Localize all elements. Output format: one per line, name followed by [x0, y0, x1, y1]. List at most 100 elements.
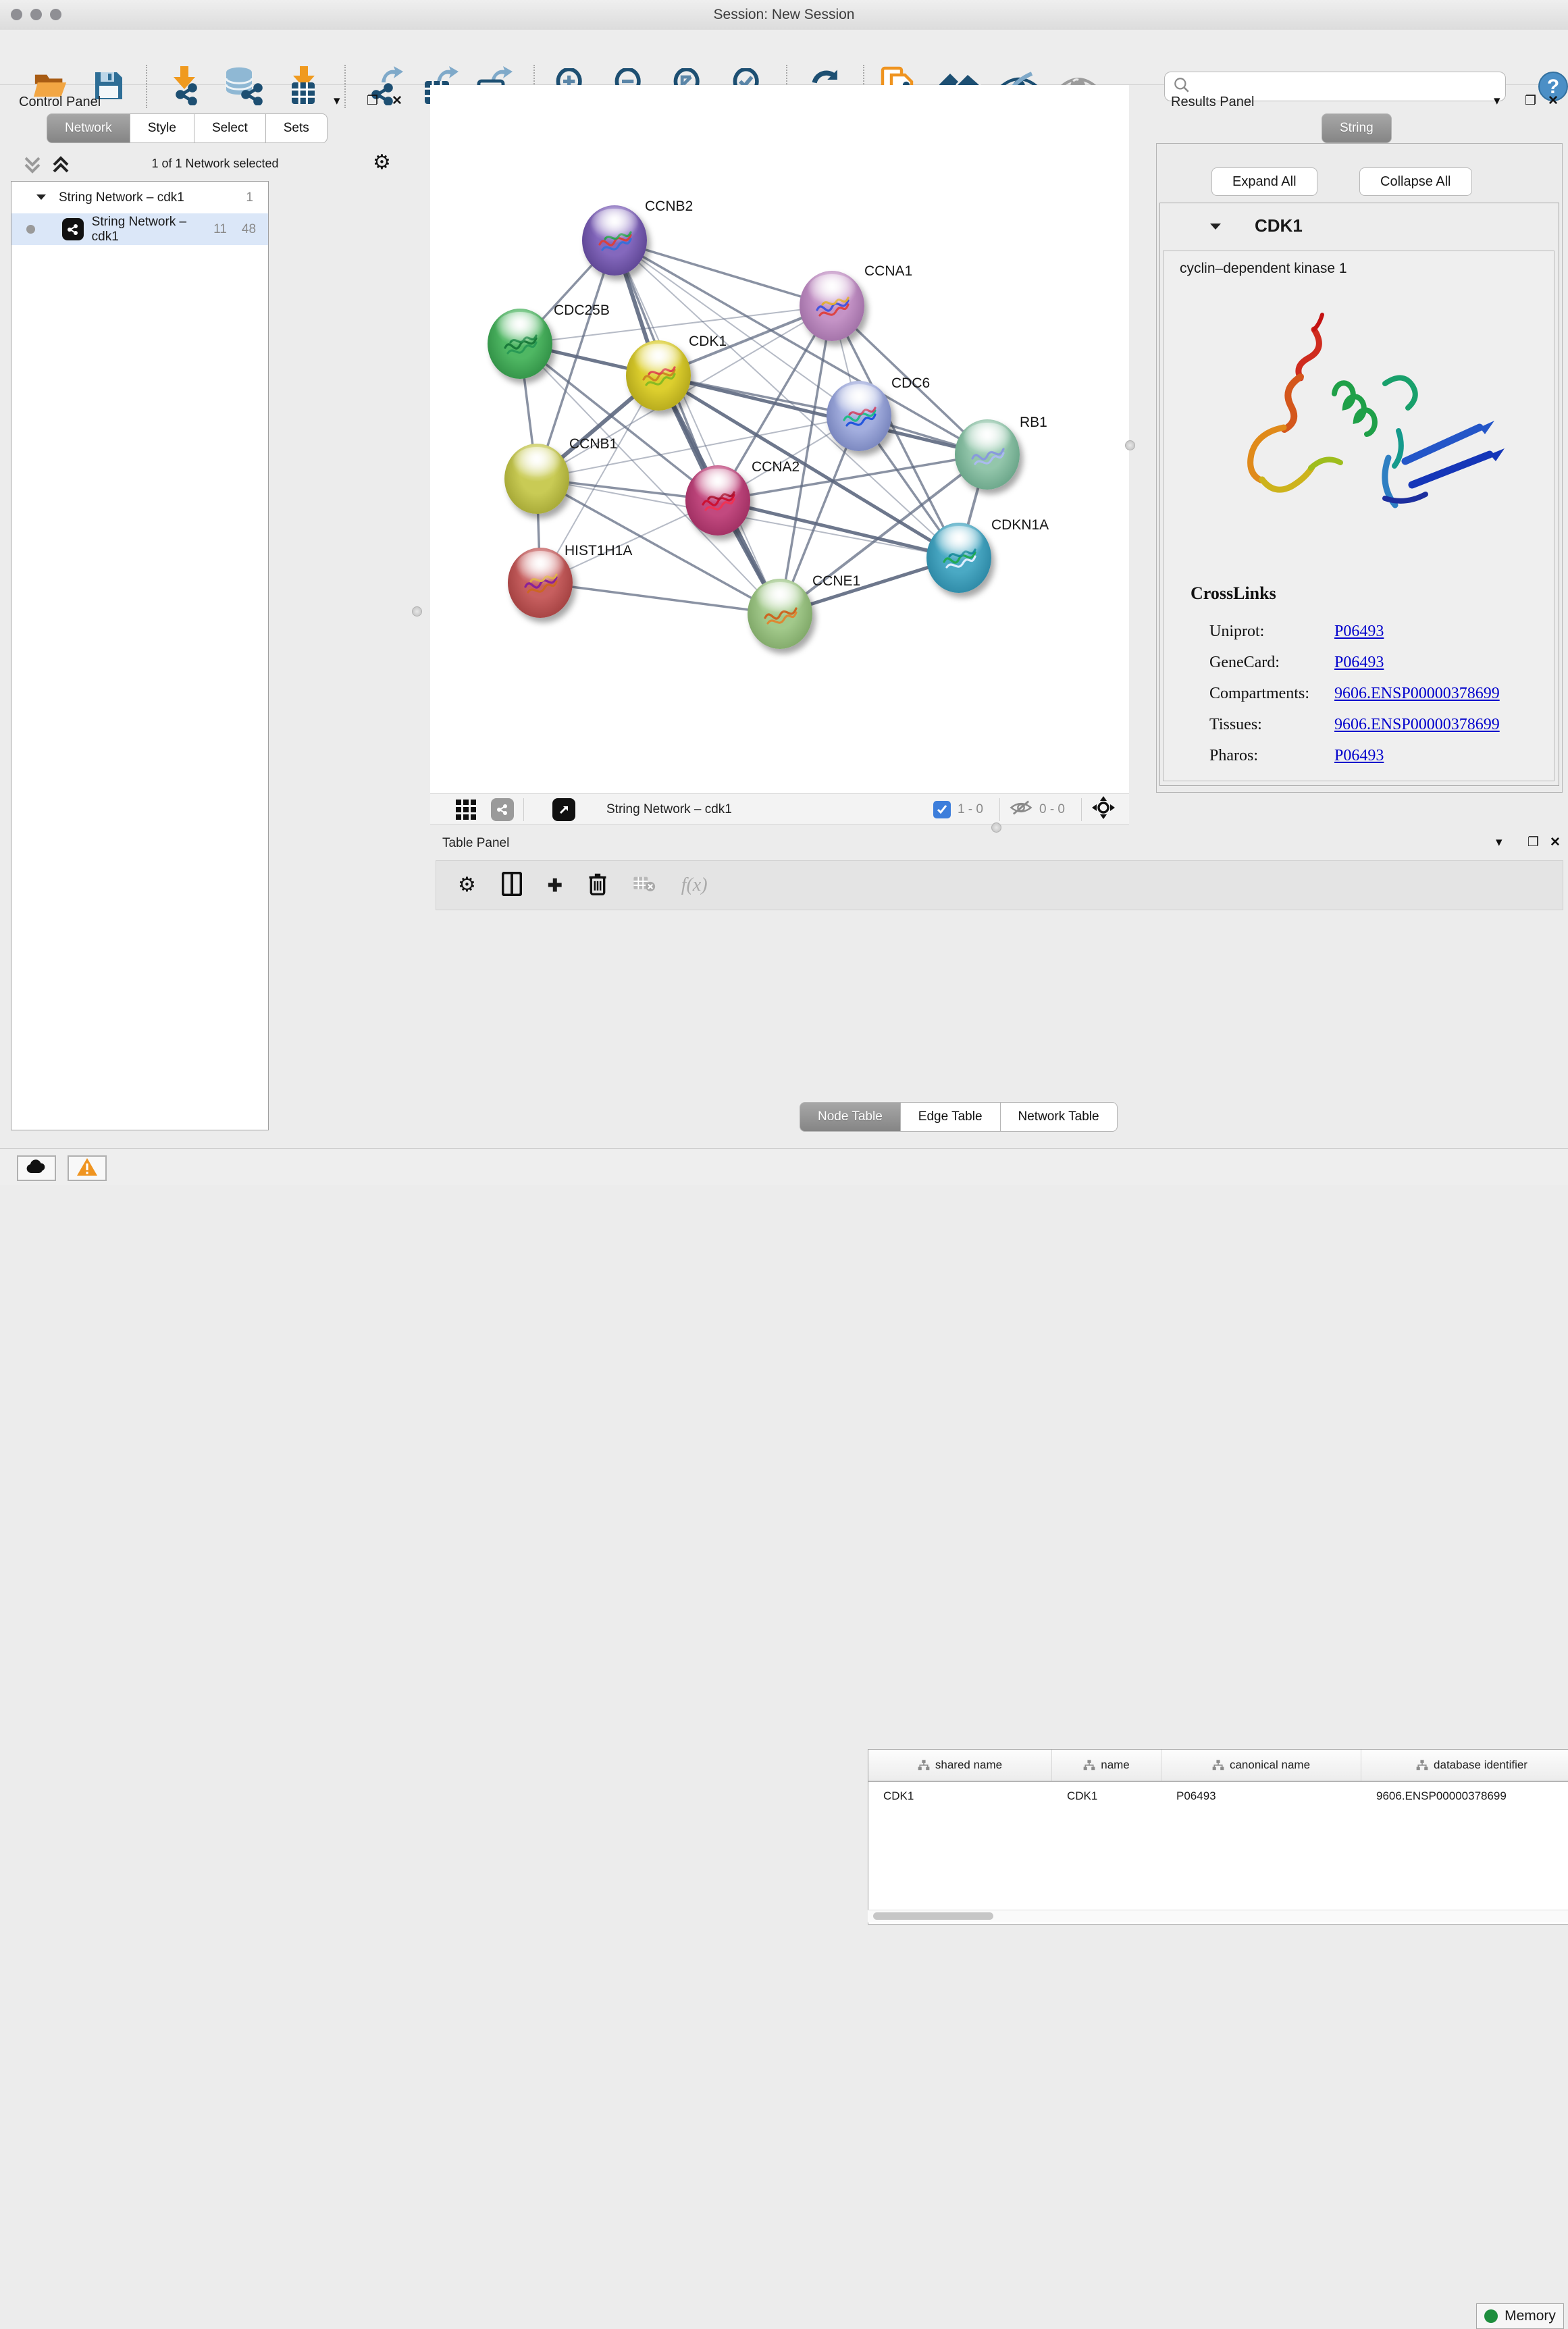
column-header-shared-name[interactable]: shared name — [868, 1750, 1052, 1781]
network-node-ccnb2[interactable] — [582, 205, 647, 276]
open-view-button[interactable] — [552, 798, 575, 821]
control-panel-menu-caret[interactable]: ▾ — [334, 93, 340, 109]
toolbar-separator — [999, 798, 1000, 821]
current-network-name: String Network – cdk1 — [606, 802, 732, 817]
network-node-cdc6[interactable] — [827, 381, 891, 451]
network-node-hist1h1a[interactable] — [508, 548, 573, 618]
crosslink-link[interactable]: P06493 — [1334, 747, 1384, 765]
status-bar: Memory — [0, 1148, 1568, 1185]
tab-edge-table[interactable]: Edge Table — [900, 1102, 1001, 1132]
entry-gene-name: CDK1 — [1255, 215, 1303, 236]
horizontal-splitter-handle[interactable] — [991, 822, 1001, 833]
collection-label: String Network – cdk1 — [59, 190, 184, 205]
network-collection-row[interactable]: String Network – cdk1 1 — [11, 182, 268, 213]
network-share-badge-icon[interactable] — [491, 798, 514, 821]
table-panel-menu-caret[interactable]: ▾ — [1496, 835, 1502, 850]
tab-sets[interactable]: Sets — [265, 113, 328, 143]
show-columns-icon[interactable] — [502, 872, 522, 899]
delete-column-trash-icon[interactable] — [588, 872, 607, 899]
horizontal-scrollbar[interactable] — [868, 1910, 1568, 1922]
vertical-splitter-handle[interactable] — [412, 606, 422, 617]
control-panel-close-button[interactable]: ✕ — [392, 93, 402, 109]
collection-count: 1 — [246, 190, 253, 205]
crosslink-link[interactable]: 9606.ENSP00000378699 — [1334, 685, 1500, 703]
network-node-cdk1[interactable] — [626, 340, 691, 411]
expand-all-button[interactable]: Expand All — [1211, 167, 1317, 196]
tab-string[interactable]: String — [1322, 113, 1392, 143]
memory-button[interactable]: Memory — [1476, 2303, 1564, 2329]
node-gloss — [513, 447, 560, 477]
network-node-cdkn1a[interactable] — [926, 523, 991, 593]
node-label-ccnb2: CCNB2 — [645, 199, 693, 215]
column-header-name[interactable]: name — [1052, 1750, 1161, 1781]
network-row[interactable]: String Network – cdk1 11 48 — [11, 213, 268, 245]
birds-eye-grid-button[interactable] — [456, 800, 476, 820]
scrollbar-thumb[interactable] — [873, 1912, 993, 1920]
create-column-icon[interactable]: ✚ — [548, 876, 563, 894]
network-node-count: 11 — [213, 222, 227, 237]
entry-body: cyclin–dependent kinase 1 CrossLinks — [1163, 251, 1554, 781]
warnings-button[interactable] — [68, 1155, 107, 1181]
results-panel-float-button[interactable]: ❐ — [1525, 93, 1536, 109]
crosslink-link[interactable]: P06493 — [1334, 654, 1384, 672]
results-panel-menu-caret[interactable]: ▾ — [1494, 93, 1500, 109]
node-gloss — [935, 526, 982, 556]
node-label-ccna1: CCNA1 — [864, 263, 912, 280]
node-label-cdc6: CDC6 — [891, 375, 930, 392]
collapse-all-button[interactable]: Collapse All — [1359, 167, 1472, 196]
control-panel: Control Panel ▾ ❐ ✕ NetworkStyleSelectSe… — [0, 85, 430, 1148]
table-panel-close-button[interactable]: ✕ — [1550, 835, 1561, 850]
hidden-eye-icon[interactable] — [1010, 799, 1033, 820]
selected-checkbox-icon[interactable] — [933, 801, 951, 818]
network-edge[interactable] — [658, 375, 987, 454]
network-type-icon — [62, 218, 84, 240]
node-gloss — [964, 423, 1010, 452]
network-edges — [430, 85, 1129, 793]
table-options-gear-icon[interactable]: ⚙ — [458, 875, 476, 895]
table-cell[interactable]: CDK1 — [868, 1789, 1052, 1803]
tab-style[interactable]: Style — [130, 113, 194, 143]
table-tabs: Node TableEdge TableNetwork Table — [800, 1102, 1118, 1132]
network-edge[interactable] — [615, 240, 780, 614]
crosslink-label: Tissues: — [1209, 716, 1334, 734]
column-header-canonical-name[interactable]: canonical name — [1161, 1750, 1361, 1781]
pan-crosshair-icon[interactable] — [1091, 795, 1116, 823]
results-panel-close-button[interactable]: ✕ — [1548, 93, 1559, 109]
toolbar-separator — [523, 798, 524, 821]
tree-expand-caret[interactable] — [36, 190, 47, 205]
table-cell[interactable]: CDK1 — [1052, 1789, 1161, 1803]
tab-select[interactable]: Select — [194, 113, 266, 143]
control-panel-float-button[interactable]: ❐ — [367, 93, 378, 109]
network-node-ccna1[interactable] — [800, 271, 864, 341]
delete-table-icon[interactable] — [633, 875, 656, 896]
column-header-database-identifier[interactable]: database identifier — [1361, 1750, 1568, 1781]
table-cell[interactable]: P06493 — [1161, 1789, 1361, 1803]
network-edge[interactable] — [540, 583, 780, 614]
table-cell[interactable]: 9606.ENSP00000378699 — [1361, 1789, 1568, 1803]
network-tree: String Network – cdk1 1 String Network –… — [11, 181, 269, 1130]
tab-network-table[interactable]: Network Table — [1000, 1102, 1118, 1132]
entry-expand-caret[interactable] — [1209, 222, 1222, 234]
network-node-cdc25b[interactable] — [488, 309, 552, 379]
network-options-gear-icon[interactable]: ⚙ — [373, 153, 391, 173]
function-builder-icon[interactable]: f(x) — [681, 874, 708, 896]
table-row[interactable]: CDK1CDK1P064939606.ENSP00000378699cyclin… — [868, 1782, 1568, 1810]
crosslinks-list: Uniprot:P06493GeneCard:P06493Compartment… — [1209, 616, 1547, 771]
table-panel-float-button[interactable]: ❐ — [1527, 835, 1539, 850]
network-node-ccnb1[interactable] — [504, 444, 569, 514]
crosslink-row: Compartments:9606.ENSP00000378699 — [1209, 678, 1547, 709]
tab-node-table[interactable]: Node Table — [800, 1102, 901, 1132]
node-label-ccne1: CCNE1 — [812, 573, 860, 590]
network-canvas[interactable]: CCNB2CCNA1CDC25BCDK1CDC6RB1CCNB1CCNA2CDK… — [430, 85, 1129, 793]
network-node-ccna2[interactable] — [685, 465, 750, 535]
cloud-status-button[interactable] — [17, 1155, 56, 1181]
network-edge[interactable] — [718, 500, 959, 558]
tab-network[interactable]: Network — [47, 113, 130, 143]
node-label-ccnb1: CCNB1 — [569, 436, 617, 452]
crosslink-link[interactable]: P06493 — [1334, 623, 1384, 641]
node-gloss — [591, 209, 637, 238]
crosslink-link[interactable]: 9606.ENSP00000378699 — [1334, 716, 1500, 734]
network-node-rb1[interactable] — [955, 419, 1020, 490]
network-node-ccne1[interactable] — [748, 579, 812, 649]
node-gloss — [835, 384, 882, 414]
